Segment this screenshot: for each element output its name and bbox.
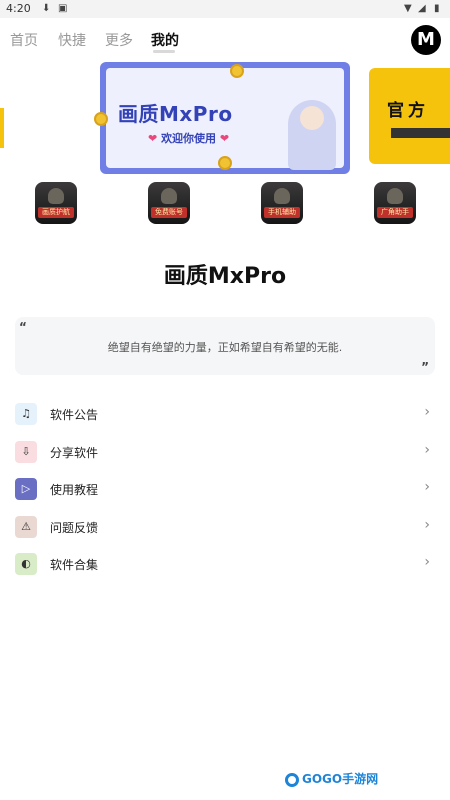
heart-icon: ❤ xyxy=(219,132,230,145)
banner-main-slide[interactable]: 画质MxPro ❤ 欢迎你使用 ❤ xyxy=(94,62,350,174)
coin-icon xyxy=(230,64,244,78)
planet-icon: ◐ xyxy=(15,553,37,575)
bell-icon: ♫ xyxy=(15,403,37,425)
status-time: 4:20 xyxy=(6,2,31,15)
download-icon: ⬇ xyxy=(42,3,51,14)
app-logo[interactable]: M xyxy=(411,25,441,55)
menu-item-label: 使用教程 xyxy=(50,483,99,497)
signal-icon: ◢ xyxy=(418,3,426,14)
tab-more[interactable]: 更多 xyxy=(105,30,133,50)
banner-next-title: 官方 xyxy=(387,101,429,121)
notification-icon: ▣ xyxy=(58,3,68,14)
battery-icon: ▮ xyxy=(434,3,440,14)
game-shortcut-label: 手机辅助 xyxy=(264,207,300,218)
chevron-right-icon: › xyxy=(424,554,430,570)
chevron-right-icon: › xyxy=(424,441,430,458)
menu-item-announcement[interactable]: ♫ 软件公告 › xyxy=(0,396,450,434)
menu-item-label: 软件公告 xyxy=(50,408,99,422)
top-tab-bar: 首页 快捷 更多 我的 xyxy=(0,18,450,60)
warning-icon: ⚠ xyxy=(15,515,37,538)
chevron-right-icon: › xyxy=(424,516,430,533)
tab-indicator xyxy=(153,50,175,53)
share-icon: ⇩ xyxy=(15,440,37,463)
coin-icon xyxy=(218,156,232,170)
banner-character-image xyxy=(288,100,336,170)
game-shortcut-icon[interactable]: 广角助手 xyxy=(374,182,416,224)
shortcut-icon-row: 画质护航 免费账号 手机辅助 广角助手 xyxy=(0,182,450,226)
tab-home[interactable]: 首页 xyxy=(10,30,38,50)
watermark-text: GOGO手游网 xyxy=(302,772,379,786)
coin-icon xyxy=(94,112,108,126)
banner-prev-slide xyxy=(0,108,4,148)
game-shortcut-label: 免费账号 xyxy=(151,207,187,218)
watermark-logo: GOGO手游网 xyxy=(285,770,378,787)
menu-item-collection[interactable]: ◐ 软件合集 › xyxy=(0,546,450,584)
heart-icon: ❤ xyxy=(148,132,158,145)
banner-title: 画质MxPro xyxy=(118,102,233,126)
settings-menu: ♫ 软件公告 › ⇩ 分享软件 › ▷ 使用教程 › ⚠ 问题反馈 › ◐ 软件… xyxy=(0,396,450,584)
menu-item-label: 问题反馈 xyxy=(50,520,99,535)
quote-card: “ 绝望自有绝望的力量，正如希望自有希望的无能. ” xyxy=(15,317,435,375)
helmet-icon xyxy=(274,188,290,204)
menu-item-tutorial[interactable]: ▷ 使用教程 › xyxy=(0,471,450,509)
banner-carousel[interactable]: 画质MxPro ❤ 欢迎你使用 ❤ 官方 xyxy=(0,58,450,176)
game-shortcut-icon[interactable]: 手机辅助 xyxy=(261,182,303,224)
play-icon: ▷ xyxy=(15,478,37,500)
banner-subtitle-text: 欢迎你使用 xyxy=(161,132,217,145)
menu-item-label: 软件合集 xyxy=(50,558,99,572)
game-shortcut-icon[interactable]: 免费账号 xyxy=(148,182,190,224)
quote-close-icon: ” xyxy=(421,360,429,374)
helmet-icon xyxy=(387,188,403,204)
game-shortcut-icon[interactable]: 画质护航 xyxy=(35,182,77,224)
game-shortcut-label: 广角助手 xyxy=(377,207,413,218)
chevron-right-icon: › xyxy=(424,479,430,495)
banner-subtitle: ❤ 欢迎你使用 ❤ xyxy=(148,130,229,146)
status-bar: 4:20 ⬇ ▣ ▼ ◢ ▮ xyxy=(0,0,450,18)
menu-item-feedback[interactable]: ⚠ 问题反馈 › xyxy=(0,509,450,547)
banner-panel: 画质MxPro ❤ 欢迎你使用 ❤ xyxy=(106,68,344,170)
quote-text: 绝望自有绝望的力量，正如希望自有希望的无能. xyxy=(107,341,343,354)
tab-mine[interactable]: 我的 xyxy=(151,30,179,50)
game-shortcut-label: 画质护航 xyxy=(38,207,74,218)
quote-open-icon: “ xyxy=(19,320,27,334)
banner-next-bar xyxy=(391,128,450,138)
banner-next-slide[interactable]: 官方 xyxy=(369,68,450,164)
helmet-icon xyxy=(161,188,177,204)
watermark-icon xyxy=(285,772,299,787)
chevron-right-icon: › xyxy=(424,404,430,420)
tab-shortcut[interactable]: 快捷 xyxy=(58,30,86,50)
menu-item-label: 分享软件 xyxy=(50,445,99,460)
helmet-icon xyxy=(48,188,64,204)
app-name-title: 画质MxPro xyxy=(163,264,287,289)
wifi-icon: ▼ xyxy=(404,3,412,14)
menu-item-share[interactable]: ⇩ 分享软件 › xyxy=(0,434,450,472)
